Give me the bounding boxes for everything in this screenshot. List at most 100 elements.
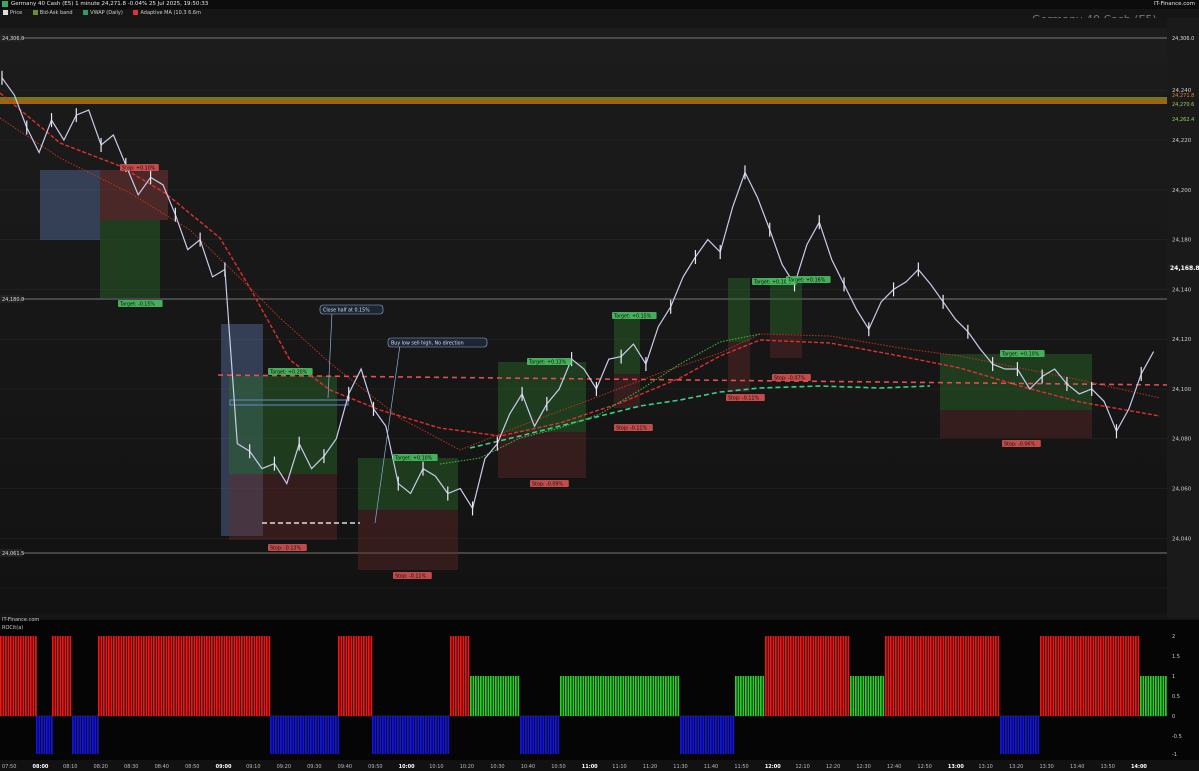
trade-zone — [614, 314, 640, 374]
indicator-bar — [79, 716, 82, 754]
indicator-bar — [495, 676, 497, 716]
trade-zone — [100, 220, 160, 298]
indicator-bar — [120, 636, 123, 716]
legend-item-price[interactable]: Price — [0, 9, 22, 16]
indicator-bar — [475, 676, 477, 716]
indicator-bar — [492, 676, 495, 716]
indicator-bar — [987, 636, 990, 716]
indicator-bar — [710, 716, 712, 754]
legend-item-bid-ask[interactable]: Bid-Ask band — [30, 9, 73, 16]
indicator-bar — [537, 716, 540, 754]
indicator-bar — [807, 636, 810, 716]
x-tick-label: 11:20 — [643, 764, 657, 770]
indicator-bar — [46, 716, 48, 754]
indicator-bar — [54, 636, 57, 716]
indicator-bar — [1165, 676, 1167, 716]
indicator-bar — [133, 636, 135, 716]
indicator-bar — [307, 716, 310, 754]
indicator-bar — [760, 676, 762, 716]
legend-item-vwap[interactable]: VWAP (Daily) — [80, 9, 123, 16]
indicator-bar — [950, 636, 952, 716]
x-tick-label: 09:00 — [216, 764, 232, 770]
x-tick-label: 08:10 — [63, 764, 77, 770]
indicator-bar — [1040, 636, 1042, 716]
x-tick-label: 13:10 — [978, 764, 992, 770]
indicator-bar — [74, 716, 77, 754]
indicator-bar — [0, 636, 2, 716]
x-tick-label: 11:50 — [734, 764, 748, 770]
indicator-bar — [64, 636, 67, 716]
indicator-bar — [25, 636, 27, 716]
indicator-bar — [1132, 636, 1135, 716]
indicator-bar — [922, 636, 925, 716]
indicator-bar — [282, 716, 285, 754]
indicator-bar — [330, 716, 332, 754]
indicator-bar — [57, 636, 59, 716]
indicator-bar — [545, 716, 547, 754]
indicator-bar — [218, 636, 221, 716]
x-tick-label: 12:20 — [826, 764, 840, 770]
indicator-bar — [885, 636, 887, 716]
indicator-bar — [348, 636, 350, 716]
trade-zone — [40, 170, 100, 240]
indicator-bar — [168, 636, 170, 716]
x-tick-label: 08:00 — [33, 764, 49, 770]
legend-swatch-adaptive-ma — [133, 9, 139, 15]
indicator-bar — [1075, 636, 1077, 716]
indicator-bar — [148, 636, 150, 716]
indicator-bar — [322, 716, 325, 754]
indicator-bar — [374, 716, 377, 754]
indicator-bar — [845, 636, 847, 716]
current-price-label: 24,168.8 — [1170, 265, 1199, 272]
indicator-bar — [12, 636, 15, 716]
indicator-bar — [547, 716, 550, 754]
indicator-bar — [805, 636, 807, 716]
indicator-bar — [450, 636, 452, 716]
indicator-bar — [507, 676, 510, 716]
indicator-bar — [470, 676, 472, 716]
indicator-bar — [295, 716, 297, 754]
legend-item-adaptive-ma[interactable]: Adaptive MA (10.3 6.6m — [130, 9, 201, 16]
indicator-bar — [1032, 716, 1035, 754]
x-tick-label: 08:50 — [185, 764, 199, 770]
indicator-bar — [850, 676, 852, 716]
indicator-tick-label: 0.5 — [1172, 694, 1180, 700]
indicator-bar — [320, 716, 322, 754]
price-level-label: 24,306.0 — [2, 36, 24, 42]
indicator-bar — [216, 636, 218, 716]
indicator-bar — [243, 636, 246, 716]
indicator-bar — [1085, 636, 1087, 716]
indicator-bar — [305, 716, 307, 754]
indicator-bar — [917, 636, 920, 716]
indicator-bar — [312, 716, 315, 754]
indicator-bar — [1147, 676, 1150, 716]
indicator-bar — [67, 636, 69, 716]
stop-marker-label: Stop: -0.07% — [774, 375, 805, 381]
indicator-bar — [880, 676, 882, 716]
indicator-bar — [597, 676, 600, 716]
indicator-bar — [825, 636, 827, 716]
trade-zone — [770, 334, 802, 358]
indicator-bar — [275, 716, 277, 754]
indicator-bar — [1140, 676, 1142, 716]
indicator-bar — [1062, 636, 1065, 716]
indicator-bar — [103, 636, 105, 716]
indicator-bar — [1015, 716, 1017, 754]
indicator-bar — [927, 636, 930, 716]
indicator-bar — [1160, 676, 1162, 716]
price-chart[interactable]: 24,306.0 24,180.0 24,061.5 Stop: +0.10% Tar… — [0, 18, 1199, 771]
indicator-bar — [732, 716, 735, 754]
x-tick-label: 09:40 — [338, 764, 352, 770]
indicator-bar — [420, 716, 422, 754]
indicator-bar — [657, 676, 660, 716]
indicator-bar — [530, 716, 532, 754]
indicator-bar — [358, 636, 360, 716]
indicator-bar — [310, 716, 312, 754]
indicator-bar — [900, 636, 902, 716]
indicator-bar — [113, 636, 115, 716]
indicator-bar — [155, 636, 158, 716]
indicator-bar — [62, 636, 64, 716]
indicator-bar — [502, 676, 505, 716]
x-tick-label: 12:40 — [887, 764, 901, 770]
indicator-bar — [178, 636, 180, 716]
